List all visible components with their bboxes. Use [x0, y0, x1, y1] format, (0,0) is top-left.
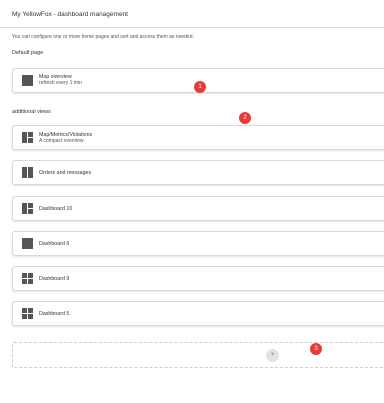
layout-4-icon: [22, 273, 33, 284]
layout-3-icon: [22, 132, 33, 143]
additional-section-label: additional views: [12, 109, 51, 115]
card-subtitle: A compact overview: [39, 138, 84, 144]
layout-single-icon: [22, 238, 33, 249]
card-name: Dashboard 9: [39, 276, 70, 282]
view-card-dashboard-5[interactable]: Dashboard 5: [12, 301, 384, 326]
view-card-dashboard-6[interactable]: Dashboard 6: [12, 231, 384, 256]
default-section-label: Default page: [12, 50, 44, 56]
card-name: Dashboard 10: [39, 206, 73, 212]
callout-marker-3: 3: [310, 343, 322, 355]
layout-3-right-icon: [22, 203, 33, 214]
card-name: Orders and messages: [39, 170, 92, 176]
add-view-dropzone[interactable]: [12, 342, 384, 368]
view-card-dashboard-10[interactable]: Dashboard 10: [12, 196, 384, 221]
add-view-button[interactable]: +: [266, 349, 279, 362]
page-title: My YellowFox - dashboard management: [12, 11, 128, 18]
layout-single-icon: [22, 75, 33, 86]
layout-2-columns-icon: [22, 167, 33, 178]
card-name: Dashboard 5: [39, 311, 70, 317]
page-header: My YellowFox - dashboard management: [0, 0, 384, 28]
callout-marker-1: 1: [194, 81, 206, 93]
callout-marker-2: 2: [239, 112, 251, 124]
view-card-orders-and-messages[interactable]: Orders and messages: [12, 160, 384, 185]
card-subtitle: refresh every 1 min: [39, 80, 82, 86]
card-name: Dashboard 6: [39, 241, 70, 247]
view-card-map-metrics-violations[interactable]: Map/Metrics/Violations A compact overvie…: [12, 125, 384, 150]
layout-4-icon: [22, 308, 33, 319]
intro-text: You can configure one or more home pages…: [12, 34, 194, 40]
view-card-dashboard-9[interactable]: Dashboard 9: [12, 266, 384, 291]
